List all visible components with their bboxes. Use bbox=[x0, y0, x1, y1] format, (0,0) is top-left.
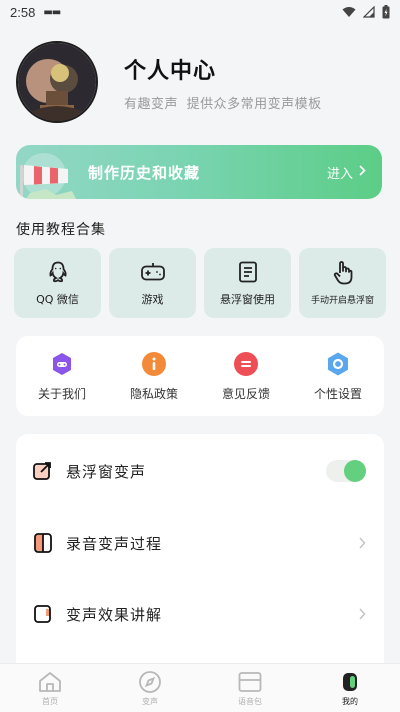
about-icon bbox=[49, 351, 75, 377]
chevron-right-icon bbox=[359, 608, 366, 620]
settings-list: 悬浮窗变声 录音变声过程 变声效果讲解 bbox=[16, 434, 384, 694]
tutorial-label: QQ 微信 bbox=[36, 292, 79, 306]
status-time: 2:58 bbox=[10, 4, 36, 20]
banner-enter-link[interactable]: 进入 bbox=[327, 163, 366, 182]
tutorial-grid: QQ 微信 游戏 悬浮窗使用 手动开启悬浮窗 bbox=[14, 248, 386, 318]
wifi-icon bbox=[342, 6, 356, 18]
tutorial-game[interactable]: 游戏 bbox=[109, 248, 196, 318]
tutorial-floating-window[interactable]: 悬浮窗使用 bbox=[204, 248, 291, 318]
settings-row-effect-guide[interactable]: 变声效果讲解 bbox=[16, 589, 384, 639]
hand-pointer-icon bbox=[331, 260, 355, 286]
windsock-illustration-icon bbox=[16, 145, 86, 199]
profile-header: 个人中心 有趣变声 提供众多常用变声模板 bbox=[16, 40, 384, 124]
nav-item-home[interactable]: 首页 bbox=[0, 664, 100, 712]
quick-link-privacy[interactable]: 隐私政策 bbox=[108, 336, 200, 416]
quick-link-label: 个性设置 bbox=[313, 386, 362, 401]
banner-title: 制作历史和收藏 bbox=[88, 163, 201, 182]
battery-icon bbox=[382, 5, 390, 19]
profile-icon bbox=[338, 670, 362, 694]
recording-icon bbox=[32, 532, 54, 554]
home-icon bbox=[37, 670, 63, 694]
settings-row-floating-voice[interactable]: 悬浮窗变声 bbox=[16, 446, 384, 496]
nav-item-voice-change[interactable]: 变声 bbox=[100, 664, 200, 712]
tutorial-manual-floating[interactable]: 手动开启悬浮窗 bbox=[299, 248, 386, 318]
profile-subtitle: 有趣变声 提供众多常用变声模板 bbox=[124, 96, 322, 112]
chevron-right-icon bbox=[359, 164, 366, 180]
quick-link-label: 意见反馈 bbox=[221, 386, 270, 401]
page-title: 个人中心 bbox=[124, 58, 217, 84]
compass-icon bbox=[138, 670, 162, 694]
nav-label: 变声 bbox=[142, 696, 158, 706]
info-icon bbox=[141, 351, 167, 377]
nav-label: 我的 bbox=[342, 696, 358, 706]
status-bar: 2:58 ▬▬ bbox=[0, 0, 400, 24]
tutorial-qq-wechat[interactable]: QQ 微信 bbox=[14, 248, 101, 318]
history-favorites-banner[interactable]: 制作历史和收藏 进入 bbox=[16, 145, 382, 199]
quick-link-feedback[interactable]: 意见反馈 bbox=[200, 336, 292, 416]
floating-window-icon bbox=[32, 460, 54, 482]
status-indicators bbox=[342, 5, 390, 19]
effect-icon bbox=[32, 603, 54, 625]
qq-icon bbox=[46, 260, 70, 284]
signal-icon bbox=[363, 6, 375, 18]
settings-row-record-process[interactable]: 录音变声过程 bbox=[16, 518, 384, 568]
bottom-nav: 首页 变声 语音包 我的 bbox=[0, 663, 400, 712]
avatar[interactable] bbox=[16, 41, 98, 123]
settings-label: 录音变声过程 bbox=[66, 534, 163, 553]
profile-text: 个人中心 有趣变声 提供众多常用变声模板 bbox=[124, 53, 322, 112]
settings-label: 变声效果讲解 bbox=[66, 605, 163, 624]
tutorials-section-title: 使用教程合集 bbox=[16, 222, 106, 238]
tutorial-label: 悬浮窗使用 bbox=[220, 292, 275, 306]
banner-enter-label: 进入 bbox=[326, 166, 353, 182]
chevron-right-icon bbox=[359, 537, 366, 549]
settings-label: 悬浮窗变声 bbox=[66, 462, 147, 481]
tutorial-label: 手动开启悬浮窗 bbox=[310, 296, 374, 306]
gamepad-icon bbox=[140, 260, 166, 284]
floating-voice-toggle[interactable] bbox=[326, 460, 366, 482]
nav-label: 语音包 bbox=[238, 696, 262, 706]
nav-label: 首页 bbox=[42, 696, 58, 706]
nav-item-voice-pack[interactable]: 语音包 bbox=[200, 664, 300, 712]
feedback-icon bbox=[233, 351, 259, 377]
voice-pack-icon bbox=[237, 670, 263, 694]
quick-links: 关于我们 隐私政策 意见反馈 个性设置 bbox=[16, 336, 384, 416]
quick-link-label: 关于我们 bbox=[37, 386, 86, 401]
settings-icon bbox=[325, 351, 351, 377]
toggle-knob bbox=[344, 460, 366, 482]
quick-link-about[interactable]: 关于我们 bbox=[16, 336, 108, 416]
nav-item-profile[interactable]: 我的 bbox=[300, 664, 400, 712]
notification-icon: ▬▬ bbox=[43, 6, 61, 18]
quick-link-label: 隐私政策 bbox=[129, 386, 178, 401]
quick-link-settings[interactable]: 个性设置 bbox=[292, 336, 384, 416]
tutorial-label: 游戏 bbox=[141, 292, 164, 306]
document-icon bbox=[237, 260, 259, 284]
